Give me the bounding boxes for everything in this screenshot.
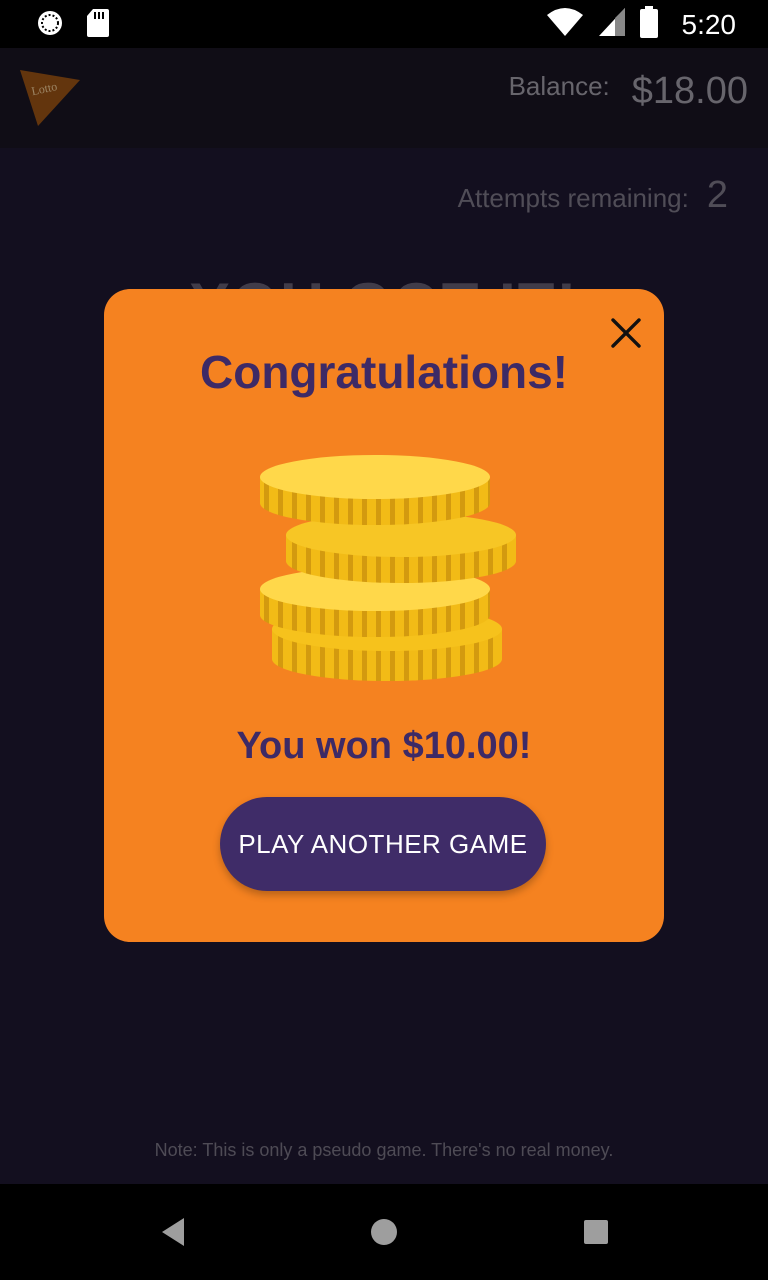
battery-icon xyxy=(639,6,658,43)
screen: 5:20 Lotto Balance: $18.00 Attempts rema… xyxy=(0,0,768,1280)
signal-icon xyxy=(598,7,626,42)
wifi-icon xyxy=(546,7,584,42)
status-time: 5:20 xyxy=(681,8,737,40)
win-dialog: Congratulations! You won $10.00! PLAY AN… xyxy=(104,289,664,942)
dialog-title: Congratulations! xyxy=(200,346,568,398)
recents-icon[interactable] xyxy=(578,1214,614,1250)
play-another-game-button[interactable]: PLAY ANOTHER GAME xyxy=(220,797,546,891)
home-icon[interactable] xyxy=(366,1214,402,1250)
back-icon[interactable] xyxy=(156,1214,192,1250)
coins-icon xyxy=(250,449,520,699)
status-bar: 5:20 xyxy=(0,0,768,48)
sd-card-icon xyxy=(86,8,110,43)
navigation-bar xyxy=(0,1184,768,1280)
win-amount-text: You won $10.00! xyxy=(236,725,532,767)
sync-icon xyxy=(36,9,64,42)
